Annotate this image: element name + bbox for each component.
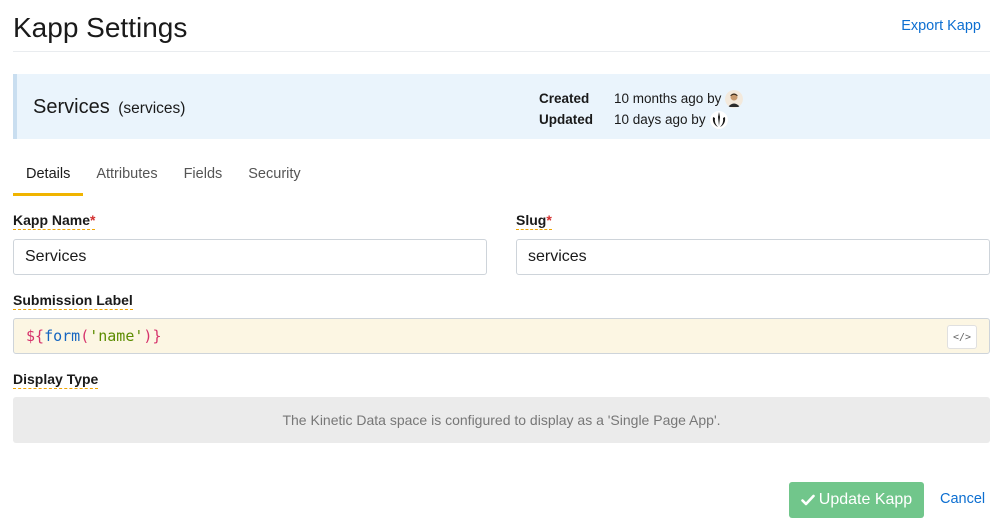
code-toggle-button[interactable]: </> [947,325,977,349]
code-token: form [44,327,81,345]
update-kapp-label: Update Kapp [818,491,913,508]
page-title: Kapp Settings [13,12,188,43]
kapp-meta: Created 10 months ago by Updated 10 days… [539,88,744,130]
kapp-slug-text: (services) [118,100,186,117]
display-type-message: The Kinetic Data space is configured to … [13,397,990,443]
check-icon [800,494,815,506]
export-kapp-link[interactable]: Export Kapp [901,18,981,34]
tab-attributes[interactable]: Attributes [83,158,170,196]
code-token: 'name' [89,327,144,345]
updater-avatar[interactable] [709,110,728,129]
tab-fields[interactable]: Fields [171,158,236,196]
updated-row: Updated 10 days ago by [539,109,743,130]
code-token: ${ [26,327,45,345]
slug-label-text: Slug [516,212,547,228]
jedi-emblem-icon [709,110,728,129]
created-row: Created 10 months ago by [539,88,744,109]
tab-security[interactable]: Security [235,158,313,196]
submission-label-label: Submission Label [13,292,133,310]
slug-input[interactable] [516,239,990,275]
kapp-name-label: Kapp Name* [13,212,96,230]
kapp-name-heading: Services (services) [33,96,185,119]
display-type-label: Display Type [13,371,99,389]
submission-label-code-input[interactable]: ${form('name')} </> [13,318,990,354]
settings-tabs: Details Attributes Fields Security [13,158,314,196]
submission-label-code: ${form('name')} [26,327,161,345]
kapp-name-label-text: Kapp Name [13,212,91,228]
updated-value: 10 days ago by [614,112,706,127]
update-kapp-button[interactable]: Update Kapp [789,482,924,518]
code-token: } [152,327,162,345]
kapp-name-text: Services [33,96,110,118]
cancel-link[interactable]: Cancel [940,491,985,507]
tab-details[interactable]: Details [13,158,84,196]
slug-label: Slug* [516,212,552,230]
creator-avatar[interactable] [725,89,744,108]
kapp-name-input[interactable] [13,239,487,275]
created-value: 10 months ago by [614,91,722,106]
code-token: ( [80,327,90,345]
user-avatar-icon [725,89,744,108]
updated-label: Updated [539,112,593,127]
code-icon: </> [952,331,972,343]
created-label: Created [539,91,590,106]
required-marker: * [546,212,552,228]
page-header: Kapp Settings Export Kapp [13,0,990,52]
required-marker: * [90,212,96,228]
kapp-info-bar: Services (services) Created 10 months ag… [13,74,990,139]
